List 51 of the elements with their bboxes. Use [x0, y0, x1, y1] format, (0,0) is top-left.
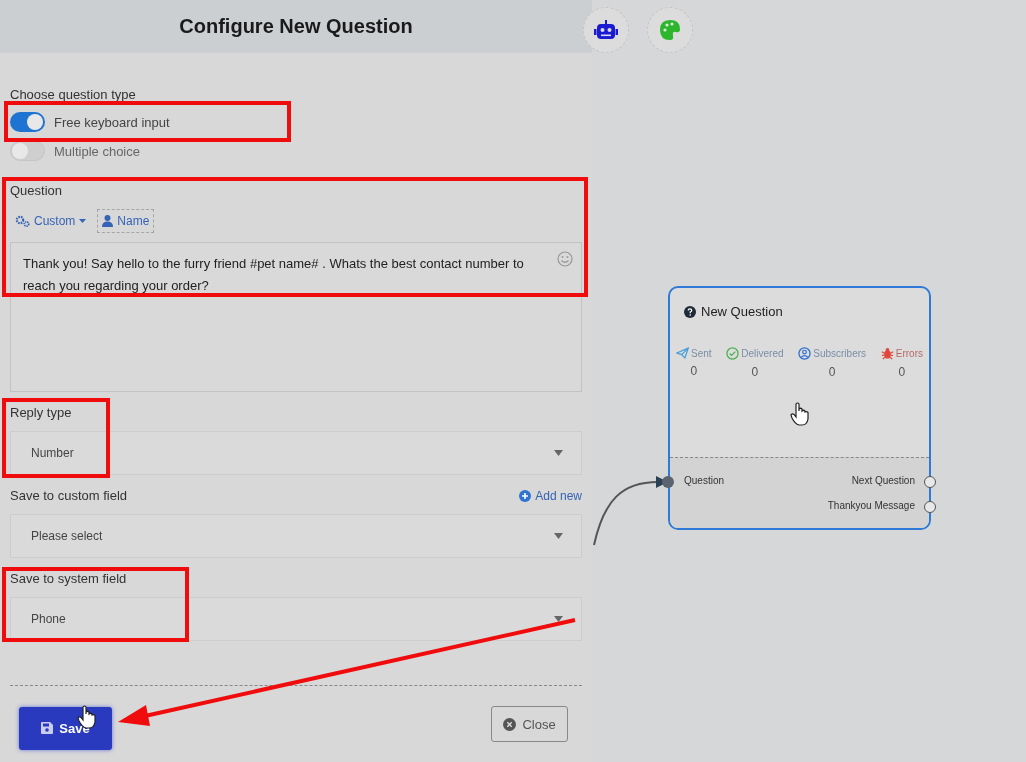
bug-icon — [880, 347, 894, 360]
stat-value: 0 — [828, 365, 836, 379]
stat-value: 0 — [898, 365, 906, 379]
stat-label: Subscribers — [813, 348, 867, 359]
node-title: New Question — [701, 304, 783, 319]
field-label: Question — [10, 183, 64, 198]
stat-label: Sent — [691, 347, 712, 359]
close-icon — [503, 717, 517, 731]
toggle-switch[interactable] — [10, 112, 45, 132]
question-node[interactable]: New Question Sent 0 Delivered 0 Subscribers 0 Errors 0 Question Next Question Thankyou Message — [668, 286, 931, 530]
custom-dropdown[interactable]: Custom — [10, 209, 92, 233]
select-field[interactable]: Phone — [10, 597, 582, 641]
caret-icon — [554, 450, 563, 456]
caret-icon — [554, 616, 563, 622]
stat-label: Delivered — [741, 348, 784, 359]
field-label: Save to custom field — [10, 488, 128, 503]
port-label: Next Question — [851, 475, 915, 486]
field-label: Save to system field — [10, 571, 127, 586]
plus-circle-icon — [519, 489, 532, 502]
caret-icon — [79, 219, 87, 223]
toggle-label: Multiple choice — [54, 143, 140, 159]
add-new-link[interactable]: Add new — [519, 488, 582, 503]
input-port[interactable] — [662, 476, 674, 488]
close-button[interactable]: Close — [491, 706, 568, 742]
user-icon — [102, 215, 114, 227]
field-label: Choose question type — [10, 87, 137, 102]
caret-icon — [554, 533, 563, 539]
robot-icon — [594, 20, 618, 40]
port-label: Thankyou Message — [827, 500, 915, 511]
question-text: Thank you! Say hello to the furry friend #pet name# . Whats the best contact number to reach you regarding your order? — [23, 256, 524, 293]
toggle-label: Free keyboard input — [54, 114, 170, 130]
user-circle-icon — [798, 347, 812, 360]
port-label: Question — [684, 475, 725, 486]
connector-line — [593, 481, 659, 546]
toggle-switch[interactable] — [10, 141, 45, 161]
palette-icon — [659, 19, 681, 41]
paper-plane-icon — [676, 347, 689, 359]
stat-value: 0 — [751, 365, 759, 379]
check-circle-icon — [726, 347, 740, 360]
dialog-title: Configure New Question — [179, 15, 413, 38]
name-button[interactable]: Name — [97, 209, 155, 233]
field-label: Reply type — [10, 405, 72, 420]
question-circle-icon — [684, 305, 696, 318]
stat-label: Errors — [895, 348, 923, 359]
question-textarea[interactable]: Thank you! Say hello to the furry friend #pet name# . Whats the best contact number to reach you regarding your order? — [10, 242, 582, 392]
bot-button[interactable] — [583, 7, 629, 53]
hand-cursor-icon — [788, 401, 811, 427]
stat-value: 0 — [690, 364, 698, 378]
gears-icon — [15, 215, 30, 227]
select-field[interactable]: Number — [10, 431, 582, 475]
select-field[interactable]: Please select — [10, 514, 582, 558]
